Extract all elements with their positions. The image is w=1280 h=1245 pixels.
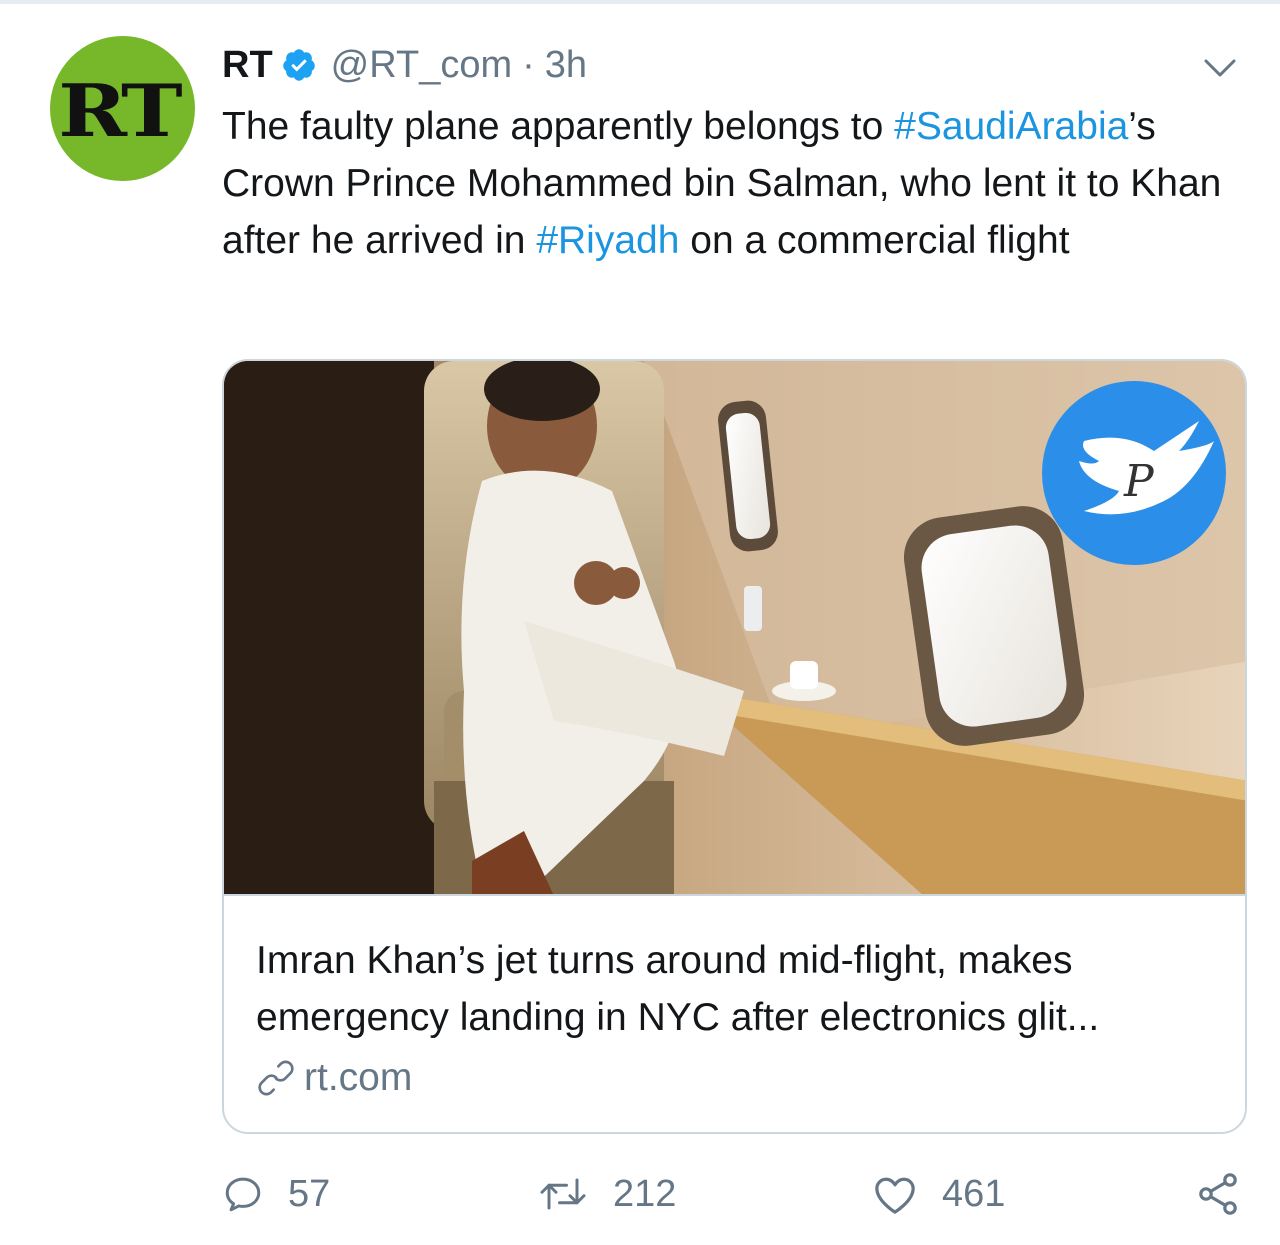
svg-text:P: P — [1123, 456, 1155, 507]
card-body: Imran Khan’s jet turns around mid-flight… — [224, 896, 1245, 1108]
tweet-text-part: The faulty plane apparently belongs to — [222, 105, 895, 148]
verified-badge-icon — [282, 49, 315, 81]
user-handle[interactable]: @RT_com — [331, 40, 512, 90]
share-icon — [1199, 1173, 1237, 1215]
card-domain[interactable]: rt.com — [256, 1048, 1213, 1108]
like-count: 461 — [942, 1172, 1006, 1215]
card-image: P — [224, 361, 1245, 896]
tweet-timestamp[interactable]: 3h — [545, 40, 587, 90]
avatar-logo-text: RT — [58, 68, 183, 153]
tweet-view: RT RT @RT_com · 3h The faulty plane appa… — [0, 0, 1280, 1245]
jet-cabin-photo: P — [224, 361, 1245, 894]
tweet-content: RT @RT_com · 3h The faulty plane apparen… — [222, 40, 1252, 269]
like-button[interactable]: 461 — [872, 1164, 1005, 1224]
card-title[interactable]: Imran Khan’s jet turns around mid-flight… — [256, 932, 1213, 1046]
avatar[interactable]: RT — [50, 36, 195, 181]
reply-count: 57 — [288, 1172, 331, 1215]
share-button[interactable] — [1194, 1164, 1266, 1224]
hashtag-link[interactable]: #SaudiArabia — [894, 105, 1128, 148]
reply-button[interactable]: 57 — [222, 1164, 330, 1224]
tweet-actions: 57 212 461 — [222, 1164, 1252, 1224]
retweet-count: 212 — [613, 1172, 677, 1215]
tweet-text-part: on a commercial flight — [679, 219, 1070, 262]
card-domain-text: rt.com — [304, 1056, 413, 1099]
retweet-button[interactable]: 212 — [537, 1164, 676, 1224]
link-preview-card[interactable]: P Imran Khan’s jet turns around mid-flig… — [222, 359, 1247, 1134]
link-icon — [258, 1060, 294, 1096]
like-icon — [875, 1177, 915, 1214]
reply-icon — [225, 1177, 261, 1212]
tweet-header: RT @RT_com · 3h — [222, 40, 1252, 90]
display-name[interactable]: RT — [222, 40, 273, 90]
tweet-text: The faulty plane apparently belongs to #… — [222, 98, 1252, 269]
retweet-icon — [540, 1178, 586, 1210]
hashtag-link[interactable]: #Riyadh — [536, 219, 679, 262]
separator-dot: · — [522, 44, 535, 86]
chevron-down-icon[interactable] — [1202, 56, 1238, 80]
